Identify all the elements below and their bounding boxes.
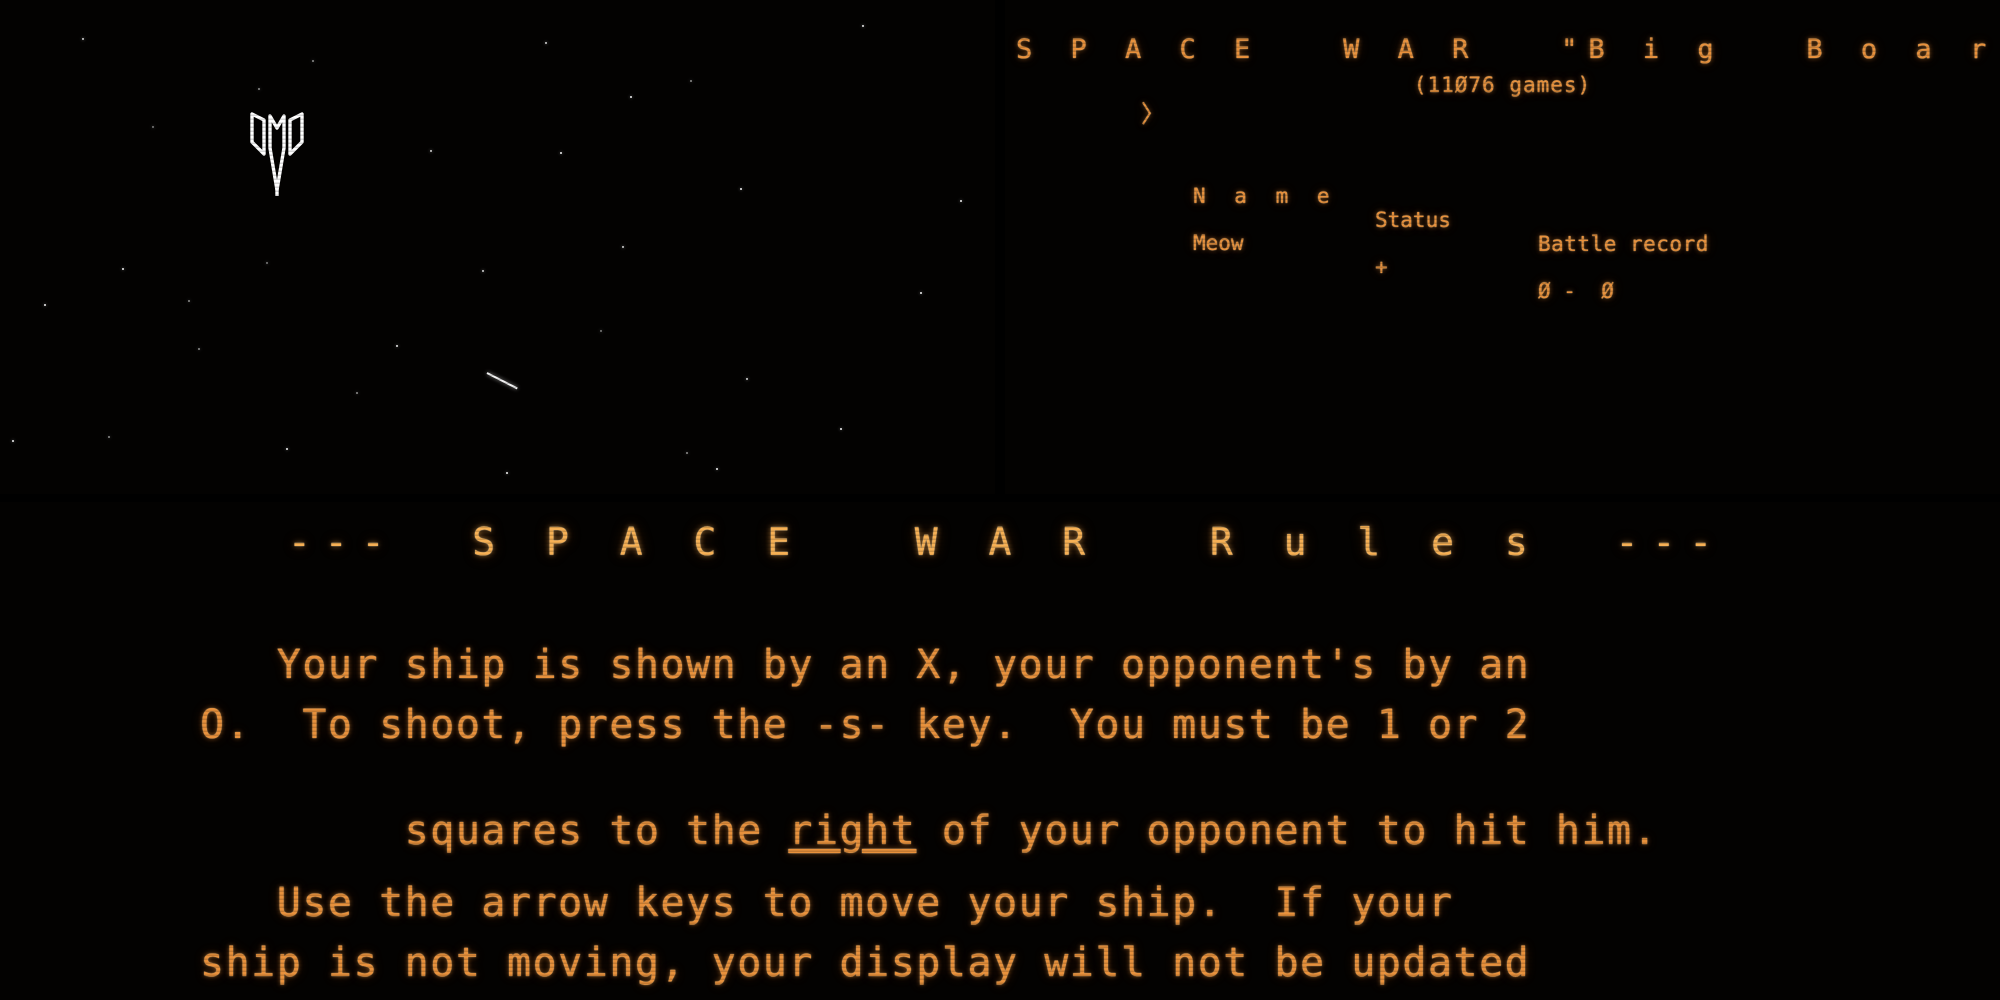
terminal-screen: S P A C E W A R "B i g B o a r d" (11Ø76… [0, 0, 2000, 1000]
player-status-cell: + [1375, 255, 1388, 279]
player-ship-icon [246, 108, 308, 200]
rules-line-5: ship is not moving, your display will no… [200, 940, 1531, 986]
star-22 [286, 448, 288, 450]
big-board-game-count: (11Ø76 games) [1413, 73, 1592, 97]
star-20 [12, 440, 14, 442]
star-16 [396, 345, 398, 347]
rules-line-1: Your ship is shown by an X, your opponen… [200, 642, 1531, 688]
rules-line-2: O. To shoot, press the -s- key. You must… [200, 702, 1531, 748]
star-21 [108, 436, 110, 438]
star-28 [430, 150, 432, 152]
command-prompt-cursor[interactable]: 〉 [1141, 102, 1165, 126]
rules-line-3-tail: of your opponent to hit him. [916, 808, 1659, 854]
big-board-title: S P A C E W A R "B i g B o a r d" [1016, 34, 2000, 65]
star-5 [630, 96, 632, 98]
star-18 [746, 378, 748, 380]
star-10 [122, 268, 124, 270]
star-30 [960, 200, 962, 202]
star-31 [356, 392, 358, 394]
star-17 [920, 292, 922, 294]
star-0 [82, 38, 84, 40]
player-battle-record-cell: Ø - Ø [1538, 279, 1614, 303]
star-7 [560, 152, 562, 154]
star-12 [482, 270, 484, 272]
starfield [0, 0, 995, 494]
star-23 [506, 472, 508, 474]
star-6 [152, 126, 154, 128]
column-header-name: N a m e [1193, 184, 1338, 208]
star-25 [716, 468, 718, 470]
rules-line-4: Use the arrow keys to move your ship. If… [200, 880, 1454, 926]
star-27 [600, 330, 602, 332]
star-13 [622, 246, 624, 248]
star-14 [44, 304, 46, 306]
star-26 [840, 428, 842, 430]
star-3 [312, 60, 314, 62]
rules-emphasis-right: right [788, 808, 917, 854]
big-board-header-row: N a m e Status Battle record [1005, 160, 2000, 256]
column-header-battle-record: Battle record [1538, 232, 1709, 256]
star-1 [545, 42, 547, 44]
star-15 [188, 300, 190, 302]
rules-line-3-head: squares to the [404, 808, 789, 854]
star-2 [862, 25, 864, 27]
big-board-panel[interactable]: S P A C E W A R "B i g B o a r d" (11Ø76… [1005, 0, 2000, 494]
game-viewport[interactable] [0, 0, 995, 494]
star-24 [686, 452, 688, 454]
star-9 [740, 188, 742, 190]
star-29 [690, 80, 692, 82]
star-11 [266, 262, 268, 264]
rules-title: --- S P A C E W A R R u l e s --- [287, 520, 1727, 564]
big-board-player-row[interactable]: Meow + Ø - Ø [1005, 207, 2000, 303]
player-name-cell: Meow [1193, 231, 1244, 255]
rules-panel[interactable]: --- S P A C E W A R R u l e s --- Your s… [0, 502, 2000, 1000]
star-19 [198, 348, 200, 350]
star-4 [258, 88, 260, 90]
